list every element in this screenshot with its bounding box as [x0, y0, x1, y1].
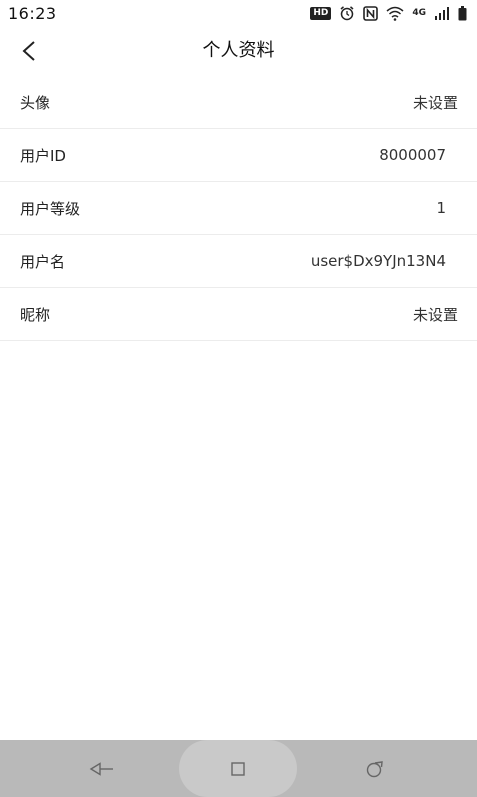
row-value: user$Dx9YJn13N4	[310, 252, 446, 270]
back-button[interactable]	[14, 36, 44, 66]
network-4g-icon: 4G	[412, 7, 426, 18]
nav-back-button[interactable]	[87, 754, 117, 784]
back-triangle-icon	[89, 762, 113, 776]
navigation-bar	[0, 740, 477, 797]
row-user-id: 用户ID 8000007	[0, 129, 477, 182]
row-user-level: 用户等级 1	[0, 182, 477, 235]
wifi-icon	[386, 6, 404, 21]
recent-apps-icon	[366, 761, 383, 778]
row-label: 用户ID	[20, 146, 66, 165]
status-time: 16:23	[8, 3, 57, 23]
nav-home-button[interactable]	[223, 754, 253, 784]
row-label: 用户等级	[20, 199, 81, 218]
row-label: 用户名	[20, 252, 66, 271]
nfc-icon	[363, 5, 379, 21]
page-title: 个人资料	[202, 40, 275, 61]
status-icons: HD 4G	[310, 5, 467, 21]
battery-icon	[458, 5, 467, 21]
header: 个人资料	[0, 26, 477, 76]
profile-list: 头像 未设置 用户ID 8000007 用户等级 1 用户名 user$Dx9Y…	[0, 76, 477, 341]
row-nickname[interactable]: 昵称 未设置	[0, 288, 477, 341]
alarm-icon	[339, 5, 355, 21]
nav-recent-button[interactable]	[360, 754, 390, 784]
chevron-left-icon	[22, 41, 35, 61]
row-avatar[interactable]: 头像 未设置	[0, 76, 477, 129]
row-label: 头像	[20, 93, 51, 112]
profile-screen: 16:23 HD 4G 个人资料 头像 未设置 用户ID 8000007 用户等…	[0, 0, 477, 797]
row-value: 未设置	[412, 305, 458, 324]
hd-icon: HD	[310, 6, 332, 20]
row-value: 未设置	[412, 93, 458, 112]
home-square-icon	[231, 762, 245, 776]
row-label: 昵称	[20, 305, 51, 324]
row-username: 用户名 user$Dx9YJn13N4	[0, 235, 477, 288]
signal-icon	[434, 6, 450, 20]
row-value: 8000007	[379, 146, 446, 164]
status-bar: 16:23 HD 4G	[0, 0, 477, 26]
row-value: 1	[436, 199, 446, 217]
